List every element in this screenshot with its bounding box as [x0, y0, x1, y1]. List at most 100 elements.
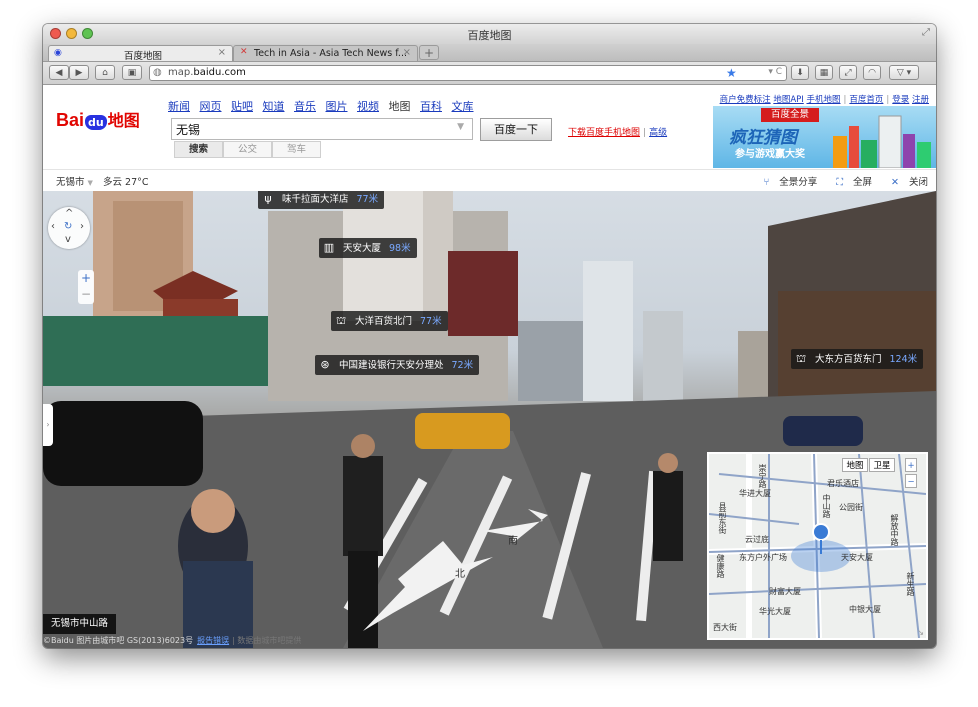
- shopping-basket-icon: ⛫: [795, 352, 807, 365]
- tab-bus[interactable]: 公交: [223, 141, 272, 158]
- search-button[interactable]: 百度一下: [480, 118, 552, 141]
- tab-bar: ◉ 百度地图 × ✕ Tech in Asia - Asia Tech News…: [43, 44, 936, 62]
- promo-badge: 百度全景: [761, 108, 819, 122]
- separator: |: [843, 95, 847, 105]
- baidu-home-link[interactable]: 百度首页: [849, 95, 883, 105]
- expand-panel-handle[interactable]: ›: [43, 404, 53, 446]
- fullscreen-arrows-icon[interactable]: ⤢: [922, 27, 930, 38]
- city-name: 无锡市: [56, 177, 85, 188]
- poi-marker[interactable]: ⛫ 大东方百货东门 124米: [791, 349, 924, 369]
- address-bar[interactable]: ◍ map.baidu.com ★ ▾ C: [149, 65, 787, 81]
- login-link[interactable]: 登录: [892, 95, 909, 105]
- poi-marker[interactable]: ⛫ 大洋百货北门 77米: [331, 311, 448, 331]
- map-api-link[interactable]: 地图API: [773, 95, 803, 105]
- poi-distance: 77米: [420, 316, 442, 327]
- pan-right-icon[interactable]: ›: [80, 221, 84, 232]
- copyright-text: ©Baidu 图片由城市吧 GS(2013)6023号 报告错误 | 数据由城市吧提…: [43, 635, 301, 648]
- download-icon: ⬇: [796, 68, 804, 78]
- minimap-satellite-button[interactable]: 卫星: [869, 458, 895, 472]
- tab-drive[interactable]: 驾车: [272, 141, 321, 158]
- minimap-zoom-out-button[interactable]: −: [905, 474, 917, 488]
- direction-north-label[interactable]: 北: [455, 565, 465, 580]
- fullscreen-pano-button[interactable]: ⛶ 全屏: [828, 177, 872, 188]
- search-input[interactable]: 无锡 ▼: [171, 118, 473, 140]
- minimap-map-button[interactable]: 地图: [842, 458, 868, 472]
- advanced-link[interactable]: 高级: [649, 128, 667, 138]
- nav-wenku[interactable]: 文库: [452, 100, 474, 113]
- mobile-map-link[interactable]: 手机地图: [806, 95, 840, 105]
- reload-icon[interactable]: ▾ C: [768, 67, 782, 77]
- download-mobile-link[interactable]: 下载百度手机地图: [568, 128, 640, 138]
- back-button[interactable]: ◀: [49, 65, 69, 80]
- nav-baike[interactable]: 百科: [420, 100, 442, 113]
- merchant-tag-link[interactable]: 商户免费标注: [720, 95, 771, 105]
- tab-label: 百度地图: [124, 51, 163, 62]
- dropdown-arrow-icon[interactable]: ▼: [457, 122, 464, 132]
- street-view-panorama[interactable]: ψ 味千拉面大洋店 77米 ▥ 天安大厦 98米 ⛫ 大洋百货北门 77米 ⊛ 中国建设银行天…: [43, 191, 936, 648]
- bookmark-star-icon[interactable]: ★: [726, 66, 737, 80]
- pan-up-icon[interactable]: ^: [65, 208, 73, 219]
- map-label: 华光大厦: [759, 607, 791, 616]
- fullscreen-button[interactable]: ⤢: [839, 65, 857, 80]
- baidu-map-logo[interactable]: Bai du 地图: [56, 107, 140, 131]
- poi-marker[interactable]: ψ 味千拉面大洋店 77米: [258, 191, 385, 209]
- rotate-icon[interactable]: ↻: [64, 221, 72, 232]
- home-button[interactable]: ⌂: [95, 65, 115, 80]
- library-button[interactable]: ▦: [815, 65, 833, 80]
- register-link[interactable]: 注册: [912, 95, 929, 105]
- pan-compass-control[interactable]: ^ ‹ ↻ › v: [48, 207, 90, 249]
- report-error-link[interactable]: 报告错误: [197, 636, 229, 645]
- pan-left-icon[interactable]: ‹: [51, 221, 55, 232]
- minimap-zoom-in-button[interactable]: +: [905, 458, 917, 472]
- pocket-button[interactable]: ▽ ▾: [889, 65, 919, 80]
- nav-news[interactable]: 新闻: [168, 100, 190, 113]
- nav-tieba[interactable]: 贴吧: [231, 100, 253, 113]
- direction-south-label[interactable]: 南: [508, 532, 518, 547]
- nav-web[interactable]: 网页: [200, 100, 222, 113]
- nav-zhidao[interactable]: 知道: [263, 100, 285, 113]
- map-label: 解放中路: [890, 514, 899, 546]
- close-label: 关闭: [908, 177, 928, 188]
- map-label: 西大街: [713, 623, 737, 632]
- nav-music[interactable]: 音乐: [294, 100, 316, 113]
- baidu-paw-icon: ◉: [54, 48, 62, 58]
- poi-marker[interactable]: ⊛ 中国建设银行天安分理处 72米: [315, 355, 480, 375]
- tab-close-icon[interactable]: ×: [403, 47, 411, 58]
- new-tab-button[interactable]: +: [419, 45, 439, 60]
- separator: |: [643, 128, 647, 138]
- poi-marker[interactable]: ▥ 天安大厦 98米: [319, 238, 417, 258]
- close-icon: ✕: [891, 177, 899, 188]
- map-label: 云过底: [745, 535, 769, 544]
- tab-baidu-map[interactable]: ◉ 百度地图 ×: [48, 45, 233, 62]
- map-label: 天安大厦: [841, 553, 873, 562]
- weather-text: 多云 27°C: [103, 177, 149, 188]
- pan-down-icon[interactable]: v: [65, 234, 71, 245]
- poi-name: 味千拉面大洋店: [282, 194, 349, 205]
- close-pano-button[interactable]: ✕ 关闭: [883, 177, 928, 188]
- forward-button[interactable]: ▶: [69, 65, 89, 80]
- panorama-view-button[interactable]: ▣: [122, 65, 142, 80]
- nav-images[interactable]: 图片: [326, 100, 348, 113]
- library-icon: ▦: [819, 68, 829, 78]
- search-value: 无锡: [176, 123, 201, 137]
- tab-close-icon[interactable]: ×: [218, 47, 226, 58]
- mini-map[interactable]: 地图 卫星 + − 华进大厦 君乐酒店 公园街 解放中路 中山路 云过底 东方户…: [707, 452, 928, 640]
- fork-knife-icon: ψ: [264, 192, 272, 205]
- promo-banner[interactable]: 百度全景 疯狂猜图 参与游戏赢大奖: [713, 106, 936, 168]
- minimap-resize-icon[interactable]: ↘: [917, 628, 924, 637]
- tab-search[interactable]: 搜索: [174, 141, 223, 158]
- window-title: 百度地图: [467, 29, 512, 42]
- city-selector[interactable]: 无锡市 ▼: [56, 174, 93, 188]
- map-label: 中银大厦: [849, 605, 881, 614]
- rss-button[interactable]: ◠: [863, 65, 881, 80]
- share-pano-button[interactable]: ⑂ 全景分享: [756, 177, 818, 188]
- chevron-right-icon: ›: [46, 420, 50, 429]
- zoom-in-icon[interactable]: +: [78, 270, 94, 286]
- tab-tech-in-asia[interactable]: ✕ Tech in Asia - Asia Tech News f... ×: [233, 45, 418, 61]
- zoom-out-icon[interactable]: −: [78, 286, 94, 302]
- share-label: 全景分享: [779, 177, 818, 188]
- poi-distance: 98米: [389, 243, 411, 254]
- nav-video[interactable]: 视频: [357, 100, 379, 113]
- map-label: 君乐酒店: [827, 479, 859, 488]
- download-button[interactable]: ⬇: [791, 65, 809, 80]
